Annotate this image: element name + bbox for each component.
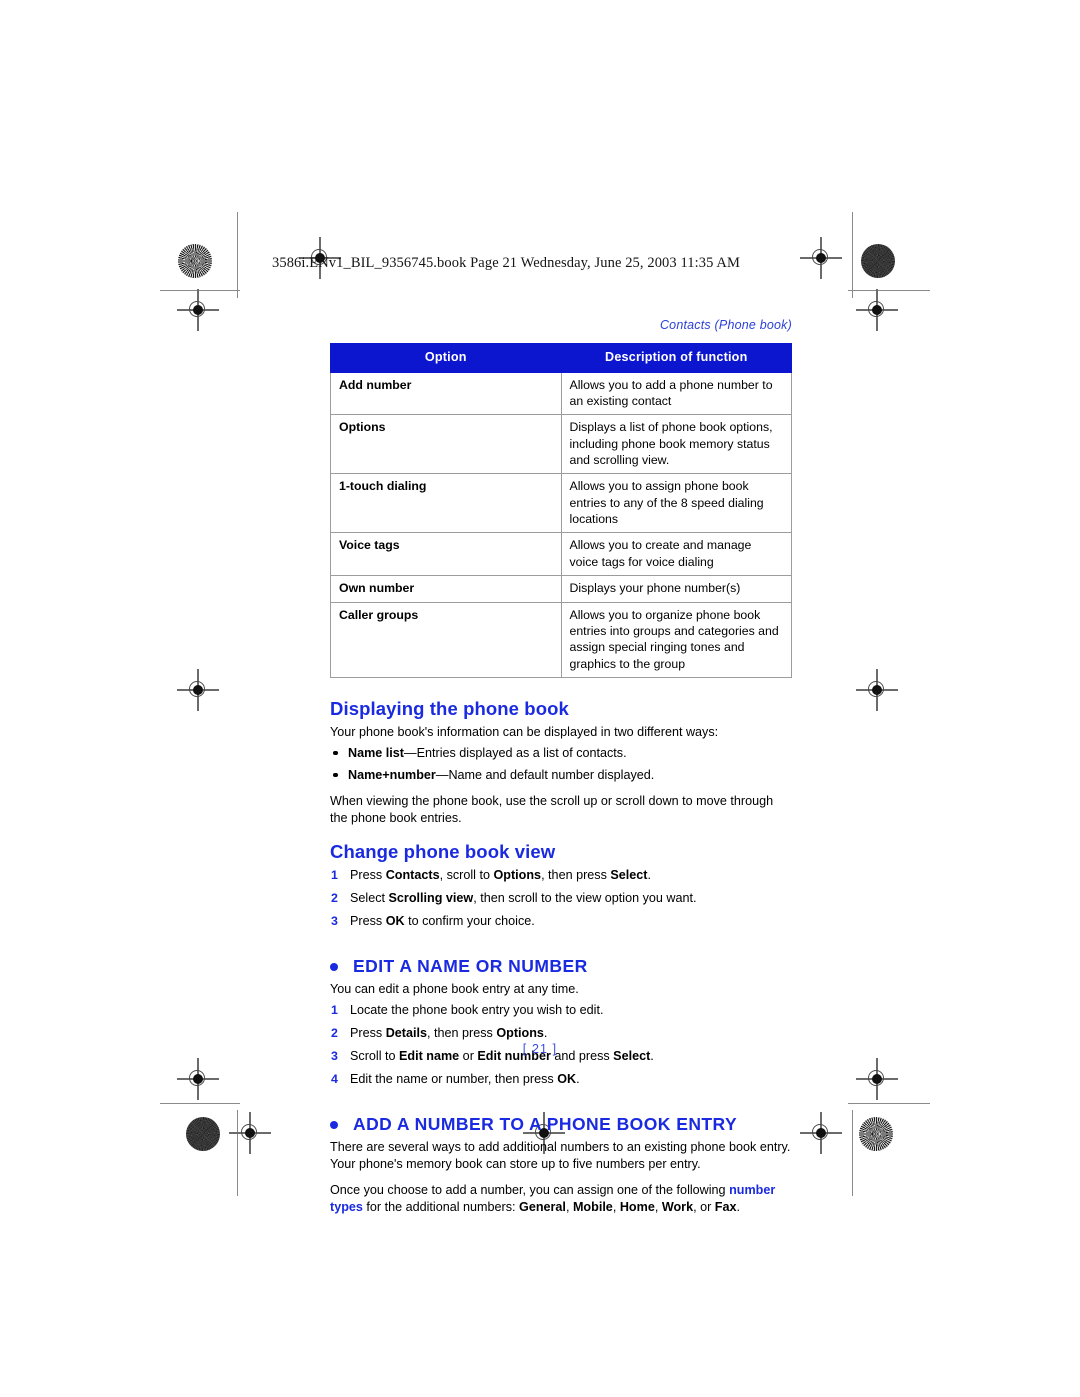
step-number: 1 [331, 867, 338, 882]
table-header-row: Option Description of function [330, 343, 792, 373]
table-cell-option: Own number [330, 575, 562, 603]
heading-text: EDIT A NAME OR NUMBER [353, 955, 588, 976]
step-number: 4 [331, 1071, 338, 1086]
registration-target-bottom-left [229, 1112, 271, 1154]
number-type-mobile: Mobile [572, 1199, 613, 1214]
table-cell-description: Displays a list of phone book options, i… [560, 414, 792, 475]
step-text: Edit the name or number, then press OK. [350, 1071, 580, 1086]
list-item: 4 Edit the name or number, then press OK… [330, 1071, 792, 1088]
file-header-stamp: 3586i.ENv1_BIL_9356745.book Page 21 Wedn… [272, 255, 740, 271]
bullet-icon [333, 750, 338, 756]
table-cell-option: 1-touch dialing [330, 473, 562, 534]
registration-target-top-right [800, 237, 842, 279]
registration-target-right-lower [856, 1058, 898, 1100]
list-item: 3 Press OK to confirm your choice. [330, 913, 792, 930]
table-cell-option: Voice tags [330, 532, 562, 577]
list-item-text: —Entries displayed as a list of contacts… [404, 745, 627, 760]
table-cell-option: Add number [330, 371, 562, 416]
table-row: Add number Allows you to add a phone num… [330, 371, 792, 416]
table-cell-option: Caller groups [330, 601, 562, 678]
running-header: Contacts (Phone book) [659, 318, 792, 332]
step-text: Locate the phone book entry you wish to … [350, 1002, 604, 1017]
heading-change-phone-book-view: Change phone book view [330, 840, 556, 862]
rosette-mark-top-left [178, 244, 212, 278]
table-cell-description: Allows you to add a phone number to an e… [560, 371, 792, 416]
rosette-mark-bottom-left [186, 1117, 220, 1151]
change-view-steps: 1 Press Contacts, scroll to Options, the… [330, 867, 792, 930]
table-cell-description: Allows you to create and manage voice ta… [560, 532, 792, 577]
crop-line-bottom-right-horizontal [848, 1103, 930, 1105]
edit-name-intro-text: You can edit a phone book entry at any t… [330, 981, 579, 996]
number-type-home: Home [619, 1199, 655, 1214]
table-row: Options Displays a list of phone book op… [330, 414, 792, 475]
crop-line-bottom-right-vertical [852, 1110, 854, 1196]
crop-line-top-right-vertical [852, 212, 854, 298]
display-modes-list: Name list—Entries displayed as a list of… [330, 745, 792, 784]
table-header-option: Option [330, 343, 562, 373]
section-bullet-icon [330, 962, 338, 971]
list-item-term: Name list [348, 745, 404, 760]
list-item: 2 Press Details, then press Options. [330, 1025, 792, 1042]
number-type-general: General [519, 1199, 566, 1214]
step-number: 3 [331, 913, 338, 928]
number-type-fax: Fax [714, 1199, 737, 1214]
list-item: 1 Locate the phone book entry you wish t… [330, 1002, 792, 1019]
list-item: Name list—Entries displayed as a list of… [330, 745, 792, 762]
step-number: 1 [331, 1002, 338, 1017]
table-cell-option: Options [330, 414, 562, 475]
table-row: Voice tags Allows you to create and mana… [330, 532, 792, 577]
heading-add-a-number-to-a-phone-book-entry: ADD A NUMBER TO A PHONE BOOK ENTRY [330, 1114, 792, 1135]
registration-target-bottom-right [800, 1112, 842, 1154]
number-type-work: Work [661, 1199, 694, 1214]
crop-line-top-left-vertical [237, 212, 239, 298]
bullet-icon [333, 772, 338, 778]
displaying-outro-text: When viewing the phone book, use the scr… [330, 793, 774, 825]
crop-line-top-left-horizontal [160, 290, 240, 292]
table-row: Own number Displays your phone number(s) [330, 575, 792, 603]
registration-target-right-upper [856, 289, 898, 331]
rosette-mark-bottom-right [859, 1117, 893, 1151]
page-number-folio: [ 21 ] [522, 1042, 558, 1056]
rosette-mark-top-right [861, 244, 895, 278]
step-text: Press Details, then press Options. [350, 1025, 548, 1040]
registration-target-left-middle [177, 669, 219, 711]
table-header-description: Description of function [560, 343, 792, 373]
table-row: Caller groups Allows you to organize pho… [330, 601, 792, 678]
table-cell-description: Allows you to organize phone book entrie… [560, 601, 792, 678]
registration-target-left-upper [177, 289, 219, 331]
list-item: 2 Select Scrolling view, then scroll to … [330, 890, 792, 907]
section-bullet-icon [330, 1120, 338, 1129]
crop-line-top-right-horizontal [848, 290, 930, 292]
heading-text: ADD A NUMBER TO A PHONE BOOK ENTRY [353, 1113, 738, 1134]
add-number-paragraph-2: Once you choose to add a number, you can… [330, 1182, 776, 1214]
step-text: Press Contacts, scroll to Options, then … [350, 867, 651, 882]
add-number-paragraph-1: There are several ways to add additional… [330, 1139, 791, 1171]
phone-book-options-table: Option Description of function Add numbe… [330, 343, 792, 678]
registration-target-left-lower [177, 1058, 219, 1100]
heading-displaying-the-phone-book: Displaying the phone book [330, 697, 569, 719]
page-content-column: Contacts (Phone book) Option Description… [330, 318, 792, 1225]
step-number: 2 [331, 1025, 338, 1040]
displaying-intro-text: Your phone book's information can be dis… [330, 724, 719, 739]
heading-edit-a-name-or-number: EDIT A NAME OR NUMBER [330, 956, 792, 977]
step-text: Press OK to confirm your choice. [350, 913, 535, 928]
list-item-term: Name+number [348, 767, 436, 782]
list-item: 1 Press Contacts, scroll to Options, the… [330, 867, 792, 884]
table-row: 1-touch dialing Allows you to assign pho… [330, 473, 792, 534]
list-item-text: —Name and default number displayed. [435, 767, 655, 782]
crop-line-bottom-left-horizontal [160, 1103, 240, 1105]
table-cell-description: Displays your phone number(s) [560, 575, 792, 603]
step-number: 2 [331, 890, 338, 905]
list-item: Name+number—Name and default number disp… [330, 767, 792, 784]
table-cell-description: Allows you to assign phone book entries … [560, 473, 792, 534]
step-text: Select Scrolling view, then scroll to th… [350, 890, 697, 905]
registration-target-right-middle [856, 669, 898, 711]
